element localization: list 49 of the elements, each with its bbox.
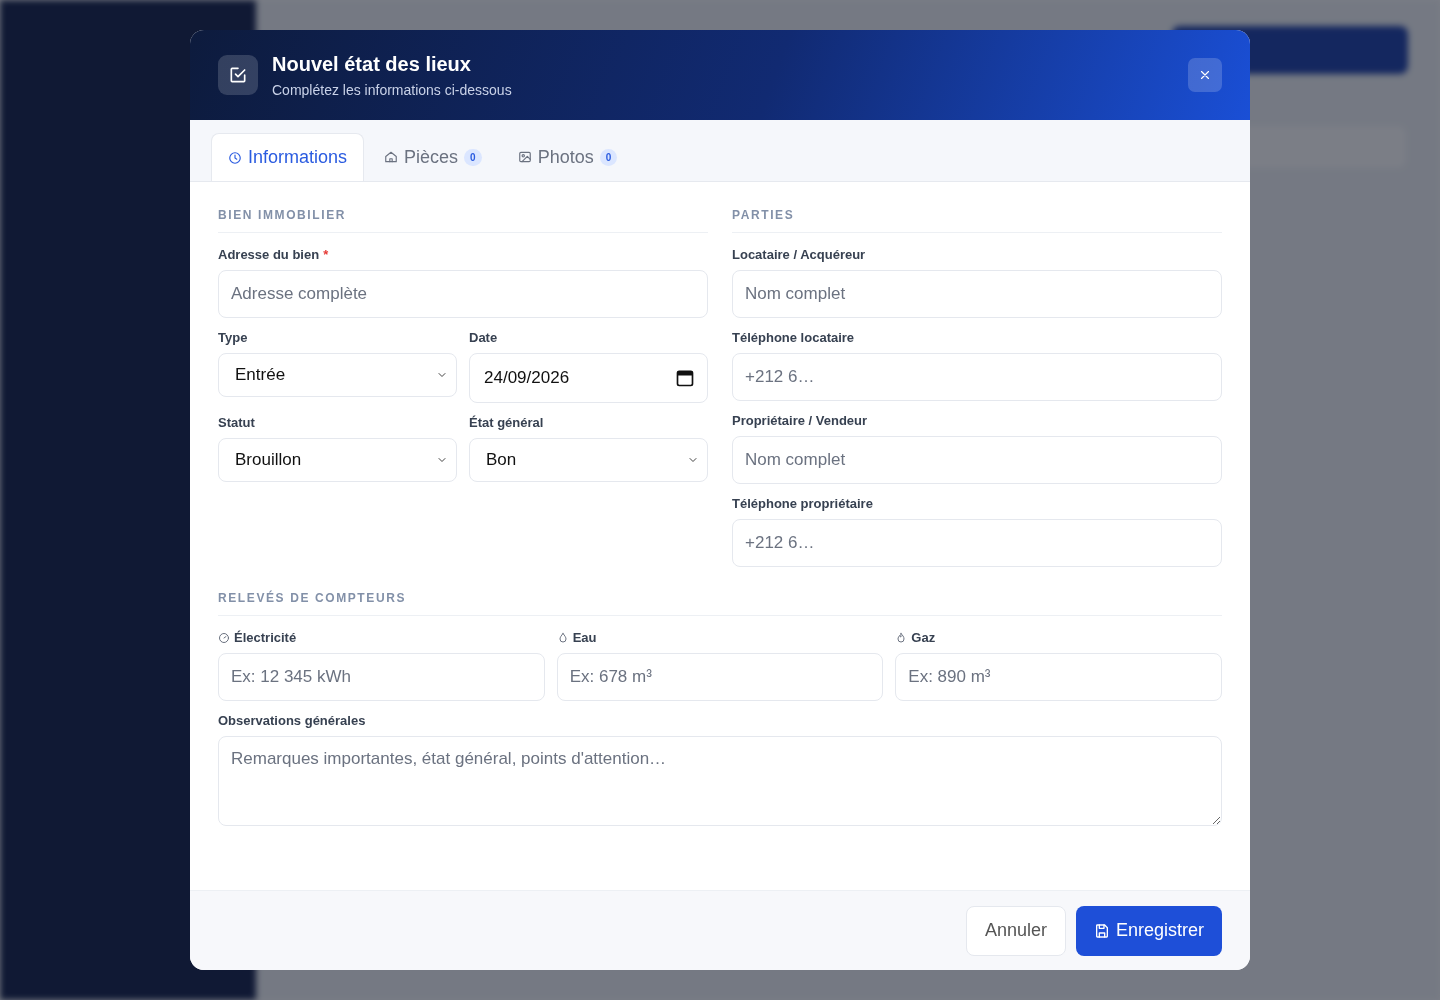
input-field[interactable]: +212 6… [732,353,1222,401]
field-label: Téléphone locataire [732,330,856,345]
field-label: Statut [218,415,256,430]
field-label: Électricité [234,630,297,645]
field-label: Gaz [911,630,936,645]
field-label: Eau [572,630,597,645]
field-label: Type [218,330,249,345]
field-label: Date [469,330,499,345]
calendar-icon [675,368,695,388]
field-label: Téléphone propriétaire [732,496,874,511]
dropdown[interactable]: Brouillon [218,438,457,482]
drop-icon [556,631,569,644]
house-icon [384,150,399,164]
input-field[interactable]: Nom complet [732,270,1222,318]
tab[interactable]: Photos 0 [501,133,634,181]
field-label: Locataire / Acquéreur [732,247,867,262]
input-field[interactable]: Adresse complète [218,270,708,318]
close-icon [1198,68,1212,82]
field-label: Adresse du bien [218,247,320,262]
image-icon [517,150,532,164]
required-marker: * [323,247,329,262]
section-heading: RELEVÉS DE COMPTEURS [218,579,1222,616]
section-heading: BIEN IMMOBILIER [218,196,708,233]
cancel-button[interactable]: Annuler [965,905,1066,956]
field-label: Propriétaire / Vendeur [732,413,869,428]
dialog-subtitle: Complétez les informations ci-dessous [272,81,513,98]
input-field[interactable]: Ex: 678 m³ [556,653,884,701]
gauge-icon [218,631,230,644]
save-button[interactable]: Enregistrer [1075,905,1222,956]
dropdown[interactable]: Bon [469,438,708,482]
input-field[interactable]: Ex: 890 m³ [895,653,1222,701]
count-badge: 0 [464,148,482,166]
dialog-title: Nouvel état des lieux [272,52,472,76]
clock-icon [228,150,242,165]
edit-icon [218,55,258,95]
field-label: Observations générales [218,713,367,728]
text-area[interactable]: Remarques importantes, état général, points d'attention… [218,736,1222,826]
dropdown[interactable]: Entrée [218,353,457,397]
count-badge: 0 [599,148,618,166]
section-heading: PARTIES [732,196,1222,233]
tab[interactable]: Pièces 0 [368,133,498,181]
input-field[interactable]: +212 6… [732,519,1222,567]
input-field[interactable]: Ex: 12 345 kWh [218,653,545,701]
input-field[interactable]: Nom complet [732,436,1222,484]
close-button[interactable] [1188,58,1222,92]
tab[interactable]: Informations [211,133,365,181]
field-label: État général [469,415,545,430]
date-field[interactable]: 24/09/2026 [469,353,708,403]
flame-icon [895,631,908,644]
